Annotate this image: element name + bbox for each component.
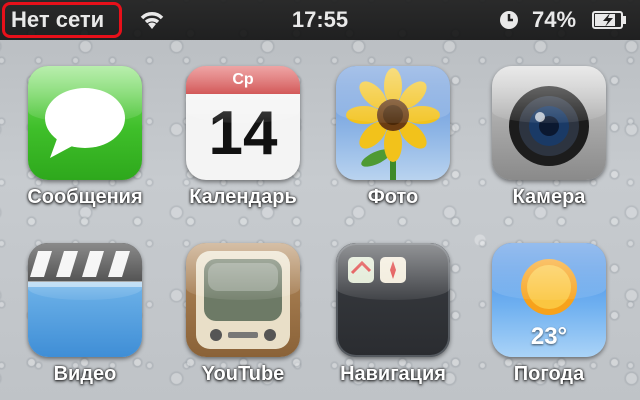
status-bar: Нет сети 17:55 74% xyxy=(0,0,640,40)
app-label: YouTube xyxy=(201,363,285,385)
app-photos[interactable]: Фото xyxy=(318,66,468,209)
app-label: Навигация xyxy=(340,363,446,385)
camera-icon xyxy=(492,66,606,180)
messages-icon xyxy=(28,66,142,180)
folder-icon xyxy=(336,243,450,357)
calendar-day: 14 xyxy=(208,99,278,168)
app-video[interactable]: Видео xyxy=(10,243,160,386)
alarm-clock-icon xyxy=(500,11,518,29)
calendar-icon: Ср 14 xyxy=(186,66,300,180)
video-clapperboard-icon xyxy=(28,243,142,357)
app-label: Видео xyxy=(53,363,117,385)
app-folder-navigation[interactable]: Навигация xyxy=(318,243,468,386)
battery-percent: 74% xyxy=(532,7,577,32)
weather-sun-icon: 23° xyxy=(492,243,606,357)
youtube-tv-icon xyxy=(186,243,300,357)
app-camera[interactable]: Камера xyxy=(474,66,624,209)
app-youtube[interactable]: YouTube xyxy=(168,243,318,386)
app-label: Камера xyxy=(512,186,586,208)
app-calendar[interactable]: Ср 14 Календарь xyxy=(168,66,318,209)
app-label: Погода xyxy=(513,363,585,385)
app-label: Календарь xyxy=(189,186,297,208)
photos-sunflower-icon xyxy=(336,66,450,180)
weather-temperature: 23° xyxy=(530,323,568,350)
app-weather[interactable]: 23° Погода xyxy=(474,243,624,386)
app-messages[interactable]: Сообщения xyxy=(10,66,160,209)
app-label: Сообщения xyxy=(27,186,143,208)
app-label: Фото xyxy=(367,186,419,208)
calendar-weekday: Ср xyxy=(186,66,300,94)
battery-charging-icon xyxy=(592,11,626,29)
